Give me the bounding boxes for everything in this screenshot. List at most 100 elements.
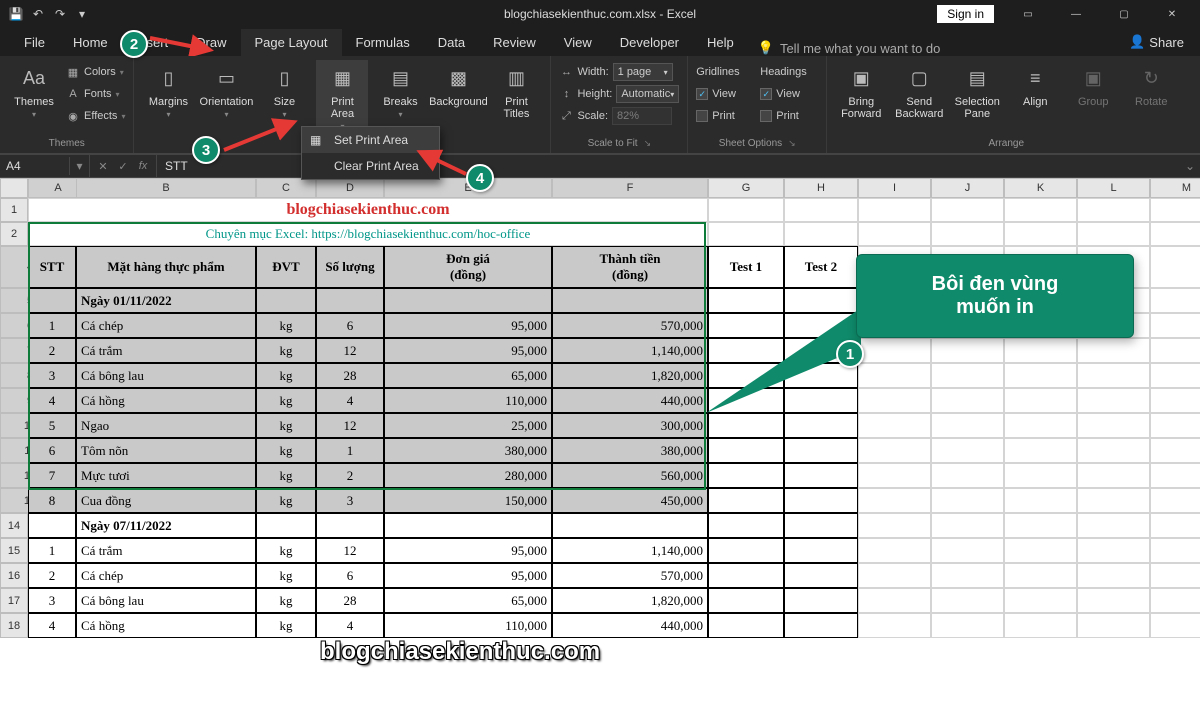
print-titles-button[interactable]: ▥Print Titles xyxy=(490,60,542,122)
annotation-arrow-3 xyxy=(222,116,302,156)
col-header-K[interactable]: K xyxy=(1004,178,1077,198)
row-header-14[interactable]: 14 xyxy=(0,513,28,538)
row-header-1[interactable]: 1 xyxy=(0,198,28,222)
group-scale-label: Scale to Fit xyxy=(588,138,638,149)
group-button[interactable]: ▣Group xyxy=(1067,60,1119,110)
col-header-D[interactable]: D xyxy=(316,178,384,198)
themes-icon: Aa xyxy=(18,62,50,94)
print-area-icon: ▦ xyxy=(326,62,358,94)
fx-icon[interactable]: fx xyxy=(136,160,150,172)
selection-pane-button[interactable]: ▤Selection Pane xyxy=(951,60,1003,122)
print-area-button[interactable]: ▦Print Area▾ xyxy=(316,60,368,133)
ribbon: Aa Themes ▾ ▦Colors ▾ AFonts ▾ ◉Effects … xyxy=(0,56,1200,154)
tab-page-layout[interactable]: Page Layout xyxy=(241,29,342,56)
col-header-G[interactable]: G xyxy=(708,178,784,198)
tab-view[interactable]: View xyxy=(550,29,606,56)
tab-data[interactable]: Data xyxy=(424,29,479,56)
col-header-C[interactable]: C xyxy=(256,178,316,198)
col-header-F[interactable]: F xyxy=(552,178,708,198)
effects-icon: ◉ xyxy=(66,110,80,123)
annotation-badge-4: 4 xyxy=(466,164,494,192)
headings-view-checkbox[interactable]: ✓ xyxy=(760,88,772,100)
row-header-18[interactable]: 18 xyxy=(0,613,28,638)
tab-review[interactable]: Review xyxy=(479,29,550,56)
rotate-button[interactable]: ↻Rotate xyxy=(1125,60,1177,110)
save-icon[interactable]: 💾 xyxy=(8,6,24,22)
col-header-I[interactable]: I xyxy=(858,178,931,198)
title-bar: 💾 ↶ ↷ ▾ blogchiasekienthuc.com.xlsx - Ex… xyxy=(0,0,1200,28)
width-select[interactable]: 1 page▾ xyxy=(613,63,673,81)
row-header-16[interactable]: 16 xyxy=(0,563,28,588)
formula-bar-expand[interactable]: ⌄ xyxy=(1180,159,1200,173)
annotation-callout: Bôi đen vùng muốn in xyxy=(856,254,1134,338)
enter-icon[interactable]: ✓ xyxy=(116,160,130,173)
effects-button[interactable]: ◉Effects ▾ xyxy=(66,106,125,126)
themes-button[interactable]: Aa Themes ▾ xyxy=(8,60,60,121)
sheet-options-launcher[interactable]: ↘ xyxy=(788,138,796,149)
redo-icon[interactable]: ↷ xyxy=(52,6,68,22)
orientation-icon: ▭ xyxy=(210,62,242,94)
undo-icon[interactable]: ↶ xyxy=(30,6,46,22)
share-icon: 👤 xyxy=(1129,34,1145,50)
colors-icon: ▦ xyxy=(66,66,80,79)
orientation-button[interactable]: ▭Orientation▾ xyxy=(200,60,252,121)
minimize-button[interactable]: — xyxy=(1054,0,1098,28)
maximize-button[interactable]: ▢ xyxy=(1102,0,1146,28)
col-header-J[interactable]: J xyxy=(931,178,1004,198)
row-header-17[interactable]: 17 xyxy=(0,588,28,613)
annotation-badge-3: 3 xyxy=(192,136,220,164)
watermark: blogchiasekienthuc.com xyxy=(320,638,600,666)
name-box[interactable]: A4 xyxy=(0,157,70,175)
annotation-arrow-4 xyxy=(414,148,470,180)
spreadsheet-grid[interactable]: ABCDEFGHIJKLM1blogchiasekienthuc.com2Chu… xyxy=(0,178,1200,707)
gridlines-view-checkbox[interactable]: ✓ xyxy=(696,88,708,100)
group-sheet-options-label: Sheet Options xyxy=(719,138,782,149)
col-header-B[interactable]: B xyxy=(76,178,256,198)
tell-me-search[interactable]: 💡 Tell me what you want to do xyxy=(758,40,941,56)
tab-home[interactable]: Home xyxy=(59,29,122,56)
bring-forward-button[interactable]: ▣Bring Forward xyxy=(835,60,887,122)
background-icon: ▩ xyxy=(442,62,474,94)
margins-button[interactable]: ▯Margins▾ xyxy=(142,60,194,121)
fonts-icon: A xyxy=(66,88,80,100)
align-icon: ≡ xyxy=(1019,62,1051,94)
tab-formulas[interactable]: Formulas xyxy=(342,29,424,56)
col-header-M[interactable]: M xyxy=(1150,178,1200,198)
height-select[interactable]: Automatic▾ xyxy=(616,85,679,103)
qat-customize-icon[interactable]: ▾ xyxy=(74,6,90,22)
colors-button[interactable]: ▦Colors ▾ xyxy=(66,62,125,82)
close-button[interactable]: ✕ xyxy=(1150,0,1194,28)
tab-help[interactable]: Help xyxy=(693,29,748,56)
formula-bar: A4 ▾ ✕ ✓ fx STT ⌄ xyxy=(0,154,1200,178)
height-icon: ↕ xyxy=(559,88,573,100)
send-backward-button[interactable]: ▢Send Backward xyxy=(893,60,945,122)
col-header-L[interactable]: L xyxy=(1077,178,1150,198)
margins-icon: ▯ xyxy=(152,62,184,94)
headings-print-checkbox[interactable] xyxy=(760,110,772,122)
scale-input[interactable]: 82% xyxy=(612,107,672,125)
name-box-dropdown[interactable]: ▾ xyxy=(70,155,90,177)
align-button[interactable]: ≡Align xyxy=(1009,60,1061,110)
sign-in-button[interactable]: Sign in xyxy=(937,5,994,23)
gridlines-print-checkbox[interactable] xyxy=(696,110,708,122)
width-icon: ↔ xyxy=(559,66,573,78)
size-button[interactable]: ▯Size▾ xyxy=(258,60,310,121)
fonts-button[interactable]: AFonts ▾ xyxy=(66,84,125,104)
annotation-badge-2: 2 xyxy=(120,30,148,58)
tab-file[interactable]: File xyxy=(10,29,59,56)
col-header-H[interactable]: H xyxy=(784,178,858,198)
window-title: blogchiasekienthuc.com.xlsx - Excel xyxy=(504,7,696,21)
share-button[interactable]: 👤 Share xyxy=(1113,28,1200,56)
group-themes: Aa Themes ▾ ▦Colors ▾ AFonts ▾ ◉Effects … xyxy=(0,56,134,153)
ribbon-options-icon[interactable]: ▭ xyxy=(1006,0,1050,28)
breaks-button[interactable]: ▤Breaks▾ xyxy=(374,60,426,121)
group-themes-label: Themes xyxy=(49,138,85,149)
row-header-2[interactable]: 2 xyxy=(0,222,28,246)
set-print-area-icon: ▦ xyxy=(310,133,326,147)
cancel-icon[interactable]: ✕ xyxy=(96,160,110,173)
lightbulb-icon: 💡 xyxy=(758,40,774,56)
tab-developer[interactable]: Developer xyxy=(606,29,693,56)
scale-launcher[interactable]: ↘ xyxy=(644,138,652,149)
background-button[interactable]: ▩Background xyxy=(432,60,484,110)
row-header-15[interactable]: 15 xyxy=(0,538,28,563)
